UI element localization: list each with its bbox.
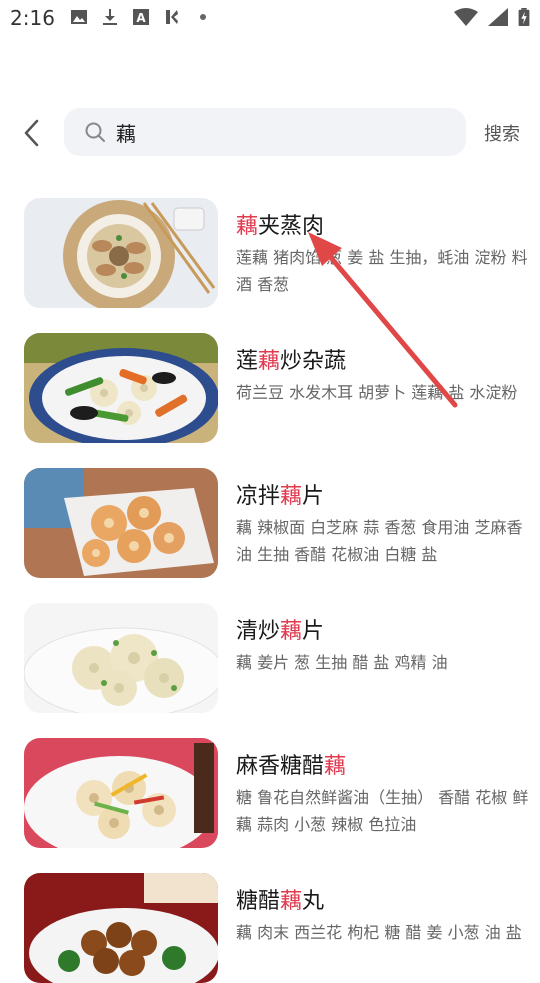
font-app-icon: A — [133, 9, 149, 25]
battery-charging-icon — [518, 8, 530, 26]
back-arrow-icon[interactable] — [18, 116, 46, 150]
recipe-title: 麻香糖醋藕 — [236, 754, 347, 779]
search-bar-row: 搜索 — [0, 108, 540, 156]
dot-icon — [200, 14, 206, 20]
download-icon — [103, 9, 117, 25]
search-input[interactable] — [116, 108, 446, 156]
recipe-thumbnail — [24, 603, 218, 713]
recipe-ingredients: 藕 辣椒面 白芝麻 蒜 香葱 食用油 芝麻香油 生抽 香醋 花椒油 白糖 盐 — [236, 518, 523, 564]
recipe-title: 藕夹蒸肉 — [236, 214, 325, 239]
recipe-item[interactable]: 凉拌藕片 藕 辣椒面 白芝麻 蒜 香葱 食用油 芝麻香油 生抽 香醋 花椒油 白… — [0, 468, 540, 578]
recipe-title: 糖醋藕丸 — [236, 889, 325, 914]
recipe-thumbnail — [24, 468, 218, 578]
recipe-title: 莲藕炒杂蔬 — [236, 349, 347, 374]
recipe-item[interactable]: 清炒藕片 藕 姜片 葱 生抽 醋 盐 鸡精 油 — [0, 603, 540, 713]
recipe-ingredients: 荷兰豆 水发木耳 胡萝卜 莲藕 盐 水淀粉 — [236, 383, 518, 402]
recipe-ingredients: 莲藕 猪肉馅 葱 姜 盐 生抽，蚝油 淀粉 料酒 香葱 — [236, 248, 528, 294]
recipe-thumbnail — [24, 738, 218, 848]
status-notification-icons: A — [70, 8, 212, 26]
recipe-title: 清炒藕片 — [236, 619, 325, 644]
recipe-item[interactable]: 莲藕炒杂蔬 荷兰豆 水发木耳 胡萝卜 莲藕 盐 水淀粉 — [0, 333, 540, 443]
signal-icon — [488, 8, 508, 26]
k-app-icon — [166, 10, 178, 24]
recipe-ingredients: 藕 肉末 西兰花 枸杞 糖 醋 姜 小葱 油 盐 — [236, 923, 522, 942]
recipe-item[interactable]: 麻香糖醋藕 糖 鲁花自然鲜酱油（生抽） 香醋 花椒 鲜藕 蒜肉 小葱 辣椒 色拉… — [0, 738, 540, 848]
recipe-item[interactable]: 糖醋藕丸 藕 肉末 西兰花 枸杞 糖 醋 姜 小葱 油 盐 — [0, 873, 540, 983]
search-box[interactable] — [64, 108, 466, 156]
image-icon — [71, 10, 87, 24]
recipe-title: 凉拌藕片 — [236, 484, 325, 509]
recipe-item[interactable]: 藕夹蒸肉 莲藕 猪肉馅 葱 姜 盐 生抽，蚝油 淀粉 料酒 香葱 — [0, 198, 540, 308]
recipe-thumbnail — [24, 198, 218, 308]
recipe-ingredients: 糖 鲁花自然鲜酱油（生抽） 香醋 花椒 鲜藕 蒜肉 小葱 辣椒 色拉油 — [236, 788, 529, 834]
search-icon — [85, 122, 105, 142]
recipe-thumbnail — [24, 873, 218, 983]
status-time: 2:16 — [10, 6, 55, 30]
wifi-icon — [454, 8, 478, 26]
search-button[interactable]: 搜索 — [484, 120, 520, 146]
status-bar: 2:16 A — [0, 0, 540, 38]
recipe-ingredients: 藕 姜片 葱 生抽 醋 盐 鸡精 油 — [236, 653, 448, 672]
recipe-thumbnail — [24, 333, 218, 443]
status-system-icons — [454, 8, 530, 26]
svg-text:A: A — [136, 11, 146, 25]
